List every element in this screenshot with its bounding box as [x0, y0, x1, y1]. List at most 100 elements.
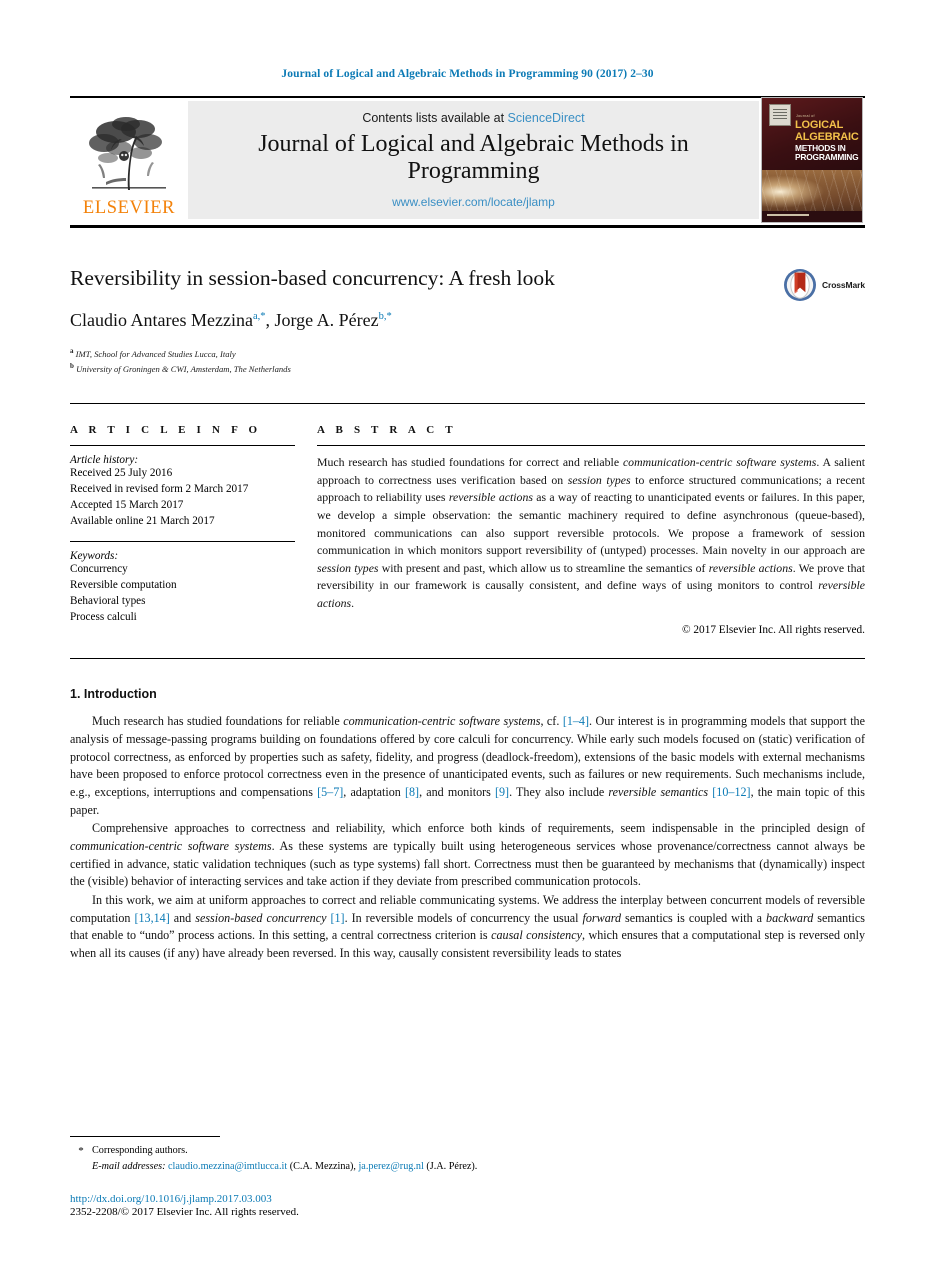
- affiliation-text-b: University of Groningen & CWI, Amsterdam…: [76, 363, 291, 374]
- emphasis: communication-centric software systems: [622, 455, 817, 470]
- cover-title-line-4: PROGRAMMING: [795, 151, 859, 162]
- keyword-item: Concurrency: [70, 562, 128, 575]
- article-page: Journal of Logical and Algebraic Methods…: [0, 0, 935, 1266]
- emphasis: session types: [317, 560, 379, 575]
- info-abstract-row: A R T I C L E I N F O Article history: R…: [70, 424, 865, 636]
- affiliation-list: a IMT, School for Advanced Studies Lucca…: [70, 346, 865, 376]
- emphasis: communication-centric software systems: [343, 714, 541, 729]
- author-mark-2[interactable]: b,*: [379, 311, 392, 322]
- elsevier-wordmark: ELSEVIER: [82, 197, 176, 218]
- author-separator: ,: [265, 309, 275, 330]
- crossmark-badge[interactable]: CrossMark: [783, 268, 865, 302]
- author-list: Claudio Antares Mezzinaa,*, Jorge A. Pér…: [70, 310, 865, 331]
- article-history-item: Accepted 15 March 2017: [70, 499, 184, 512]
- masthead-top-rule: [70, 96, 865, 98]
- page-title: Reversibility in session-based concurren…: [70, 266, 555, 290]
- citation-reference[interactable]: [1–4]: [563, 714, 589, 728]
- emphasis: causal consistency: [491, 928, 582, 943]
- email-line: E-mail addresses: claudio.mezzina@imtluc…: [92, 1159, 865, 1174]
- corresponding-authors-label: Corresponding authors.: [92, 1145, 188, 1157]
- section-heading-introduction: 1. Introduction: [70, 687, 157, 702]
- cover-publisher-badge-icon: [769, 104, 791, 126]
- cover-kicker: Journal of: [796, 114, 815, 118]
- citation-reference[interactable]: [5–7]: [317, 785, 343, 799]
- journal-banner: Contents lists available at ScienceDirec…: [188, 101, 759, 219]
- emphasis: reversible actions: [448, 490, 533, 505]
- emphasis: reversible semantics: [608, 784, 709, 799]
- abstract-heading: A B S T R A C T: [317, 424, 457, 437]
- emphasis: backward: [766, 910, 814, 925]
- abstract-rule: [317, 445, 865, 447]
- footnote-corresponding: * Corresponding authors. E-mail addresse…: [70, 1143, 865, 1174]
- article-history-item: Available online 21 March 2017: [70, 515, 215, 528]
- affiliation-item: a IMT, School for Advanced Studies Lucca…: [70, 346, 865, 361]
- citation-reference[interactable]: [10–12]: [712, 785, 750, 799]
- article-history-item: Received in revised form 2 March 2017: [70, 483, 249, 496]
- emphasis: reversible actions: [708, 560, 793, 575]
- issn-copyright-line: 2352-2208/© 2017 Elsevier Inc. All right…: [70, 1206, 299, 1218]
- doi-link[interactable]: http://dx.doi.org/10.1016/j.jlamp.2017.0…: [70, 1193, 299, 1205]
- journal-cover-cell: Journal of LOGICAL ALGEBRAIC METHODS IN …: [759, 97, 865, 223]
- info-section-top-rule: [70, 403, 865, 405]
- footnote-star-marker: *: [78, 1145, 84, 1158]
- keyword-item: Reversible computation: [70, 578, 177, 591]
- body-paragraph-3: In this work, we aim at uniform approach…: [70, 892, 865, 960]
- article-history-item: Received 25 July 2016: [70, 467, 173, 480]
- cover-title-line-2: ALGEBRAIC: [795, 130, 859, 143]
- author-name-1: Claudio Antares Mezzina: [70, 309, 253, 330]
- article-info-column: A R T I C L E I N F O Article history: R…: [70, 424, 317, 636]
- footnote-body: Corresponding authors. E-mail addresses:…: [92, 1143, 865, 1174]
- masthead: ELSEVIER Contents lists available at Sci…: [70, 97, 865, 223]
- masthead-bottom-rule: [70, 225, 865, 228]
- keyword-item: Process calculi: [70, 610, 137, 623]
- keyword-item: Behavioral types: [70, 594, 146, 607]
- emphasis: forward: [582, 910, 622, 925]
- doi-block: http://dx.doi.org/10.1016/j.jlamp.2017.0…: [70, 1193, 299, 1218]
- article-info-heading: A R T I C L E I N F O: [70, 424, 262, 437]
- journal-url-link[interactable]: www.elsevier.com/locate/jlamp: [392, 195, 555, 209]
- contents-line: Contents lists available at ScienceDirec…: [362, 111, 584, 125]
- affiliation-item: b University of Groningen & CWI, Amsterd…: [70, 361, 865, 376]
- citation-reference[interactable]: [1]: [330, 911, 344, 925]
- footnote-rule: [70, 1136, 220, 1138]
- abstract-column: A B S T R A C T Much research has studie…: [317, 424, 865, 636]
- citation-reference[interactable]: [9]: [495, 785, 509, 799]
- sciencedirect-link[interactable]: ScienceDirect: [508, 111, 585, 125]
- author-mark-1[interactable]: a,*: [253, 311, 266, 322]
- email-owner-1: (C.A. Mezzina),: [289, 1160, 356, 1172]
- emphasis: communication-centric software systems: [70, 838, 272, 853]
- email-link-1[interactable]: claudio.mezzina@imtlucca.it: [168, 1161, 287, 1172]
- crossmark-label: CrossMark: [821, 280, 865, 290]
- affiliation-mark-b: b: [70, 361, 74, 370]
- journal-title: Journal of Logical and Algebraic Methods…: [258, 131, 689, 184]
- running-head: Journal of Logical and Algebraic Methods…: [281, 68, 654, 80]
- introduction-body: Much research has studied foundations fo…: [70, 713, 865, 962]
- citation-reference[interactable]: [8]: [405, 785, 419, 799]
- author-name-2: Jorge A. Pérez: [274, 309, 379, 330]
- contents-prefix: Contents lists available at: [362, 111, 508, 126]
- body-paragraph-2: Comprehensive approaches to correctness …: [70, 821, 865, 889]
- cover-footer-band: [762, 211, 862, 222]
- journal-cover-image: Journal of LOGICAL ALGEBRAIC METHODS IN …: [761, 97, 863, 223]
- affiliation-mark-a: a: [70, 346, 74, 355]
- article-history-label: Article history:: [70, 454, 139, 467]
- abstract-text: Much research has studied foundations fo…: [317, 455, 865, 610]
- crossmark-icon: [783, 269, 816, 301]
- email-owner-2: (J.A. Pérez).: [426, 1160, 478, 1172]
- body-paragraph-1: Much research has studied foundations fo…: [70, 714, 865, 817]
- title-block: Reversibility in session-based concurren…: [70, 266, 865, 375]
- article-info-rule: [70, 445, 295, 447]
- elsevier-logo: ELSEVIER: [70, 101, 188, 219]
- abstract-bottom-rule: [70, 658, 865, 660]
- email-link-2[interactable]: ja.perez@rug.nl: [358, 1161, 423, 1172]
- footnotes: * Corresponding authors. E-mail addresse…: [70, 1136, 865, 1174]
- emphasis: session types: [567, 472, 631, 487]
- elsevier-tree-icon: [89, 116, 166, 190]
- cover-title: LOGICAL ALGEBRAIC METHODS IN PROGRAMMING: [795, 119, 859, 162]
- citation-reference[interactable]: [13,14]: [134, 911, 169, 925]
- keywords-rule: [70, 540, 295, 542]
- keywords-label: Keywords:: [70, 549, 119, 562]
- emphasis: reversible actions: [317, 578, 865, 610]
- emphasis: session-based concurrency: [195, 910, 327, 925]
- affiliation-text-a: IMT, School for Advanced Studies Lucca, …: [75, 348, 236, 359]
